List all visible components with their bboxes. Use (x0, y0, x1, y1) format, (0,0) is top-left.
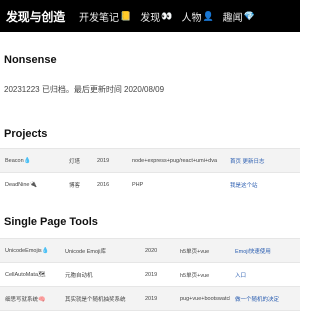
nav-people-label: 人物 (181, 12, 202, 24)
droplet-icon: 💧 (23, 158, 32, 164)
table-row: CellAutoMata🗺 元胞自动机 2019 h5单页+vue 入口 (0, 262, 300, 286)
project-year: 2019 (97, 157, 110, 164)
gem-icon: 💎 (243, 10, 255, 21)
plug-icon: 🔌 (29, 182, 37, 188)
project-stack: node+express+pug/react+umi+dva (132, 157, 218, 164)
notebook-icon: 📒 (120, 10, 132, 21)
person-icon: 👤 (202, 10, 214, 21)
project-year: 2016 (97, 181, 110, 188)
table-row (0, 310, 300, 334)
tool-name: 细思写就系统🧠 (5, 296, 46, 303)
nav-people[interactable]: 人物 👤 (181, 9, 213, 24)
tool-year: 2019 (145, 271, 158, 278)
table-row: Beacon💧 灯塔 2019 node+express+pug/react+u… (0, 148, 300, 172)
project-stack: PHP (132, 181, 144, 188)
project-name: DeadNine🔌 (5, 182, 37, 188)
tool-link[interactable]: 做一个随机的决定 (230, 295, 300, 303)
nav-dev-notes[interactable]: 开发笔记 📒 (79, 9, 131, 24)
project-type: 灯塔 (69, 158, 81, 165)
archive-notice: 20231223 已归档。最后更新时间 2020/08/09 (4, 85, 165, 94)
tool-stack: pug+vue+bootswatch (180, 295, 230, 302)
project-link[interactable]: 首页 更新日志 (225, 157, 300, 165)
brand-logo[interactable]: 发现与创造 (6, 8, 65, 25)
map-icon: 🗺 (38, 272, 46, 278)
tool-year: 2020 (145, 247, 158, 254)
eyes-icon: 👀 (161, 10, 173, 21)
table-row: UnicodeEmojis💧 Unicode Emoji库 2020 h5单页+… (0, 238, 300, 262)
tool-name: CellAutoMata🗺 (5, 272, 46, 278)
droplet-icon: 💧 (41, 248, 50, 254)
tool-year: 2019 (145, 295, 158, 302)
table-row: DeadNine🔌 博客 2016 PHP 我是这个站 (0, 172, 300, 196)
project-name: Beacon💧 (5, 158, 32, 164)
tool-stack: h5单页+vue (180, 248, 210, 255)
page-title: Nonsense (4, 54, 57, 66)
project-link[interactable]: 我是这个站 (225, 181, 300, 189)
project-type: 博客 (69, 182, 81, 189)
projects-heading: Projects (4, 128, 48, 140)
projects-table: Beacon💧 灯塔 2019 node+express+pug/react+u… (0, 148, 300, 196)
tool-desc: 元胞自动机 (65, 272, 93, 279)
tool-stack: h5单页+vue (180, 272, 210, 279)
nav-dev-notes-label: 开发笔记 (79, 12, 120, 24)
tool-desc: 其实就是个随机抽奖系统 (65, 296, 126, 303)
tool-link[interactable]: Emoji快速使用 (230, 247, 300, 255)
table-row: 细思写就系统🧠 其实就是个随机抽奖系统 2019 pug+vue+bootswa… (0, 286, 300, 310)
nav-anecdotes-label: 趣闻 (222, 12, 243, 24)
tool-desc: Unicode Emoji库 (65, 248, 106, 255)
nav-discover[interactable]: 发现 👀 (140, 9, 172, 24)
spt-table: UnicodeEmojis💧 Unicode Emoji库 2020 h5单页+… (0, 238, 300, 334)
nav-anecdotes[interactable]: 趣闻 💎 (223, 9, 255, 24)
tool-name: UnicodeEmojis💧 (5, 248, 50, 254)
nav-discover-label: 发现 (140, 12, 161, 24)
top-navbar: 发现与创造 开发笔记 📒 发现 👀 人物 👤 趣闻 💎 (0, 0, 300, 32)
tool-link[interactable]: 入口 (230, 271, 300, 279)
spt-heading: Single Page Tools (4, 216, 98, 228)
